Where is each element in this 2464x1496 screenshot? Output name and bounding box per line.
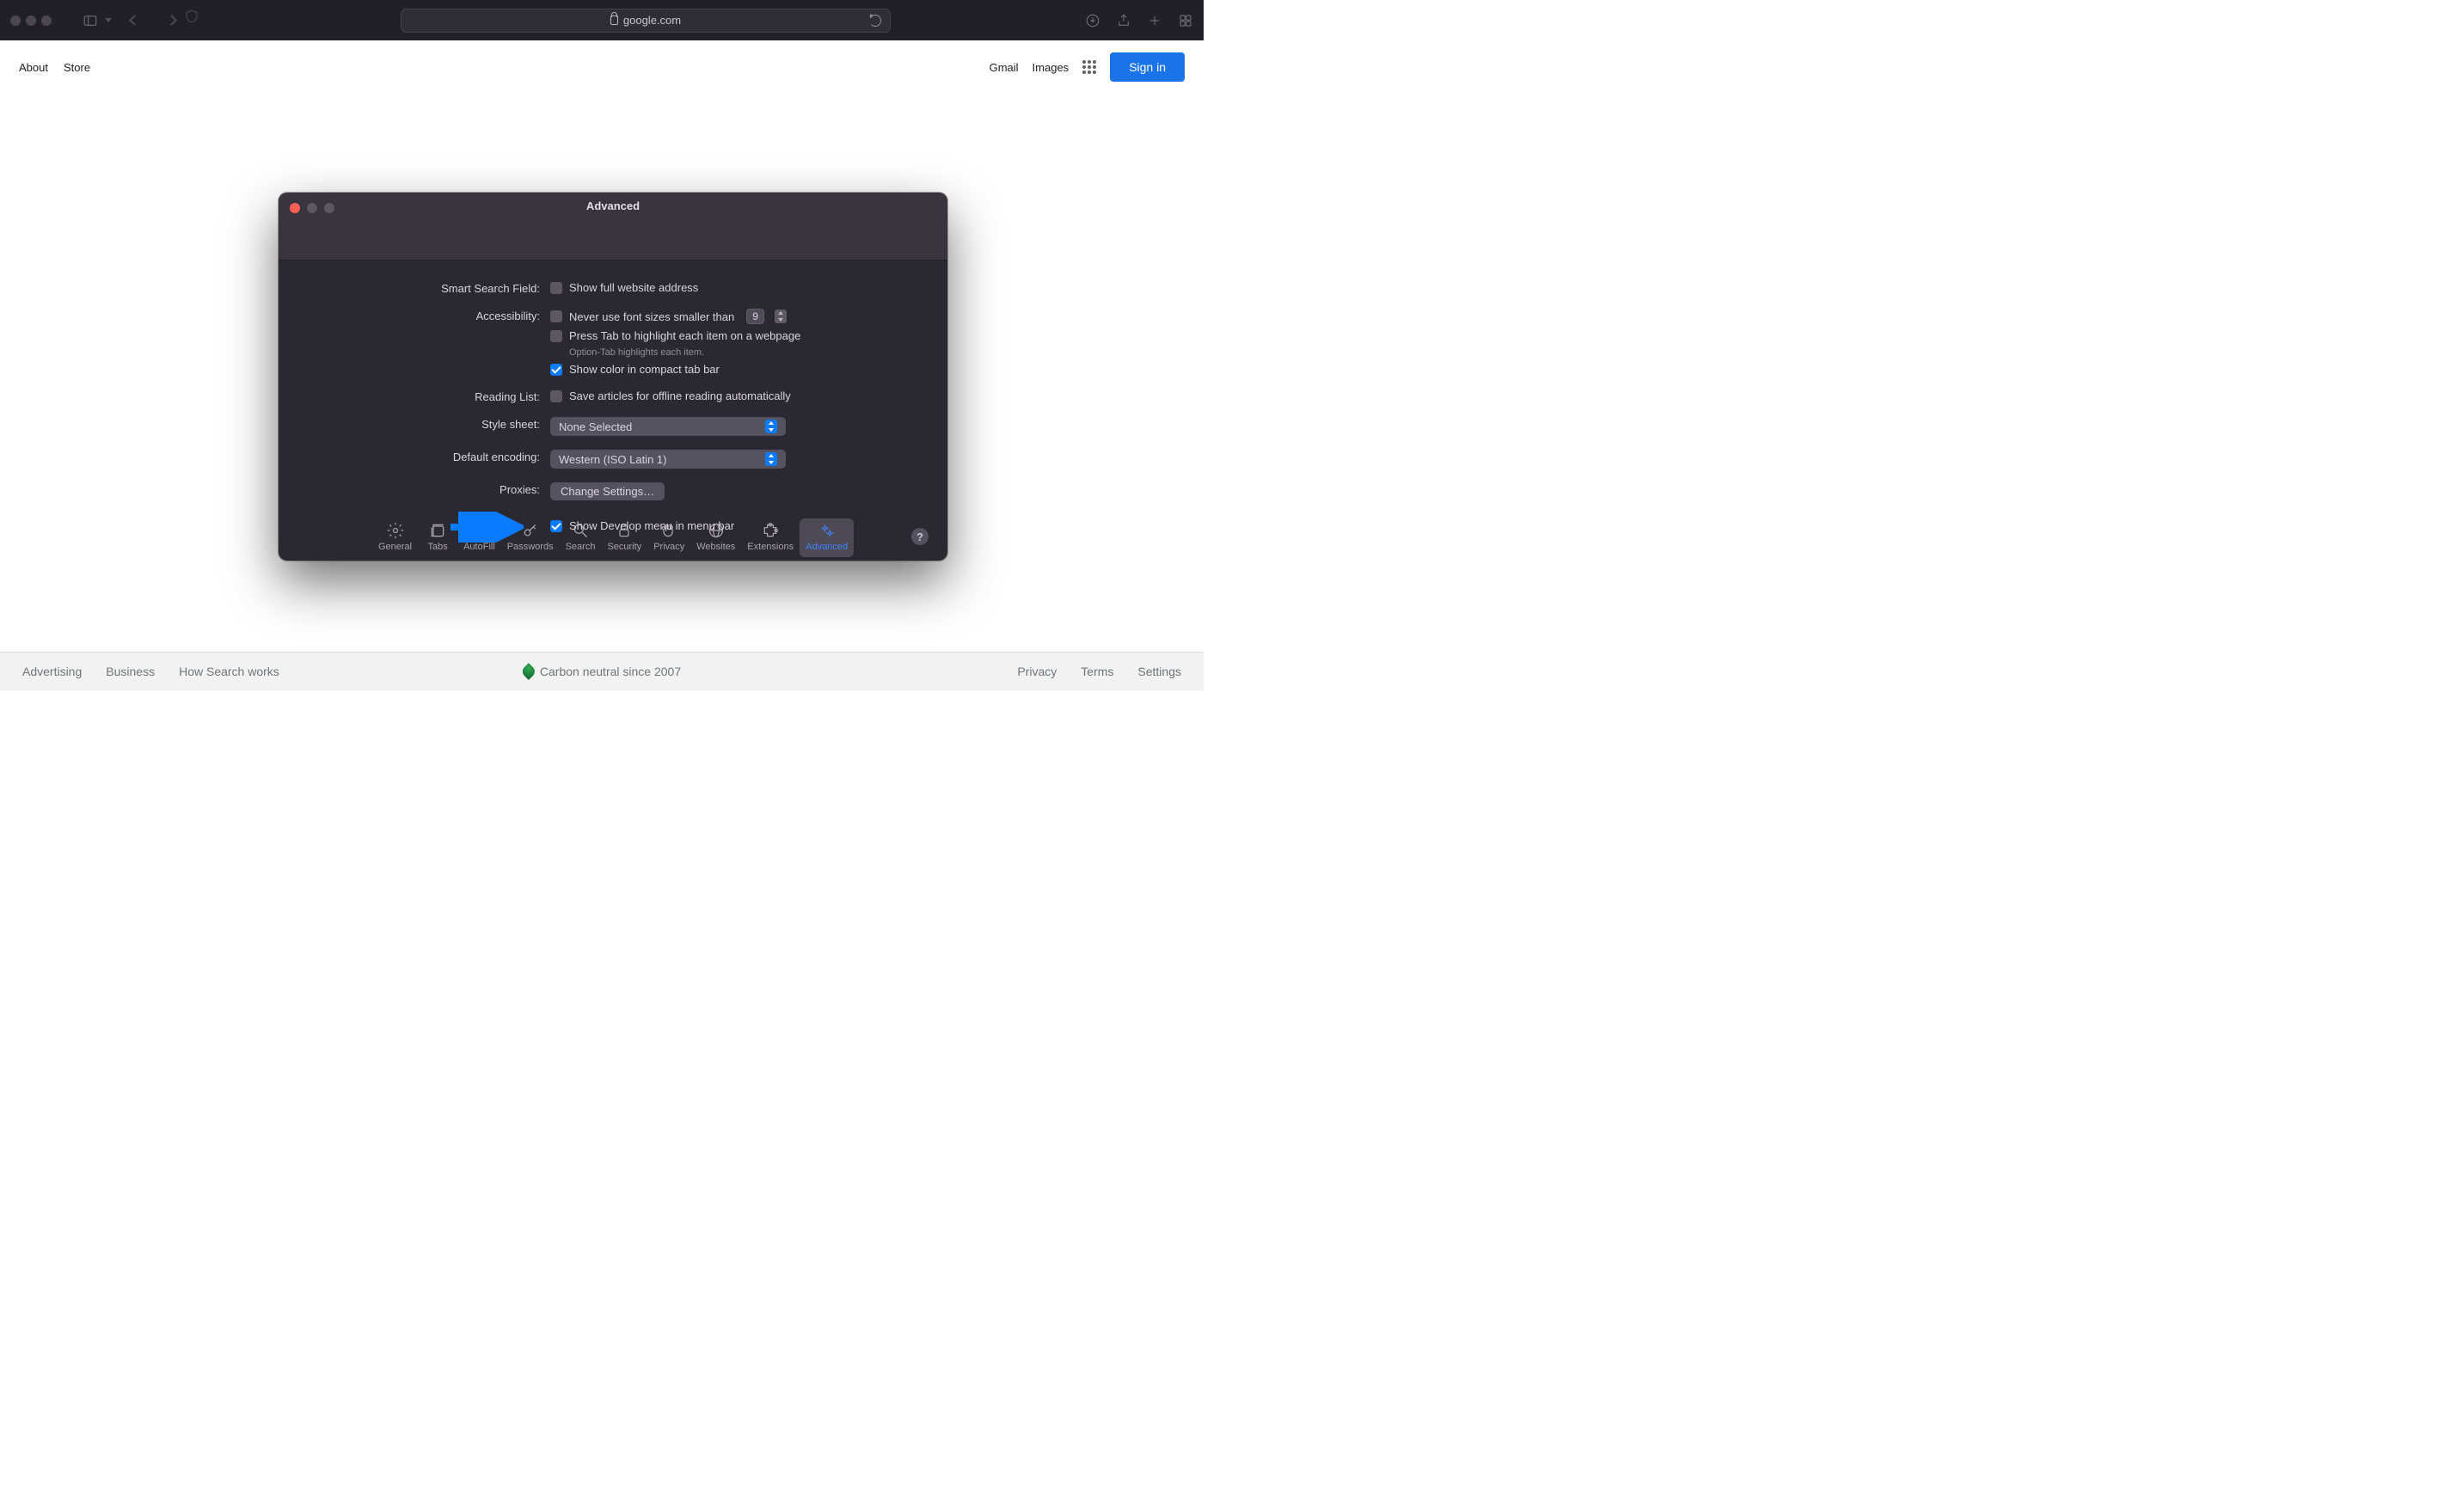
back-button[interactable] [129,15,140,26]
show-color-compact-text: Show color in compact tab bar [569,363,720,376]
show-full-address-checkbox[interactable] [550,282,562,294]
proxies-label: Proxies: [303,482,550,496]
images-link[interactable]: Images [1033,61,1070,74]
forward-button[interactable] [166,15,177,26]
smart-search-label: Smart Search Field: [303,281,550,295]
prefs-body: Smart Search Field: Show full website ad… [279,261,947,561]
show-develop-menu-checkbox[interactable] [550,520,562,532]
press-tab-checkbox[interactable] [550,330,562,342]
gmail-link[interactable]: Gmail [990,61,1019,74]
prefs-close-button[interactable] [290,203,300,213]
default-encoding-select[interactable]: Western (ISO Latin 1) [550,450,786,469]
share-icon[interactable] [1116,13,1131,28]
toolbar-right-icons [1085,13,1193,28]
leaf-icon [520,663,537,680]
url-host-text: google.com [623,14,681,27]
signin-button[interactable]: Sign in [1110,52,1185,82]
safari-preferences-window: Advanced General Tabs AutoFill Passwords… [279,193,947,561]
new-tab-icon[interactable] [1147,13,1162,28]
maximize-window-dot[interactable] [41,15,52,26]
downloads-icon[interactable] [1085,13,1100,28]
safari-toolbar: google.com [0,0,1204,40]
sidebar-toggle[interactable] [83,13,112,28]
store-link[interactable]: Store [64,61,90,74]
prefs-window-title: Advanced [586,199,640,212]
prefs-maximize-button[interactable] [324,203,334,213]
settings-link[interactable]: Settings [1137,665,1181,678]
help-button[interactable]: ? [911,528,929,545]
about-link[interactable]: About [19,61,48,74]
show-color-compact-checkbox[interactable] [550,364,562,376]
how-search-works-link[interactable]: How Search works [179,665,279,678]
never-font-size-text: Never use font sizes smaller than [569,310,734,323]
style-sheet-value: None Selected [559,420,632,433]
window-traffic-lights [10,15,57,26]
reading-list-label: Reading List: [303,389,550,403]
font-size-stepper[interactable] [775,310,787,323]
style-sheet-label: Style sheet: [303,417,550,431]
save-offline-text: Save articles for offline reading automa… [569,389,791,402]
address-bar[interactable]: google.com [401,9,891,33]
prefs-titlebar: Advanced General Tabs AutoFill Passwords… [279,193,947,261]
google-header: About Store Gmail Images Sign in [0,40,1204,94]
shield-icon[interactable] [184,9,199,24]
show-develop-menu-text: Show Develop menu in menu bar [569,519,734,532]
reload-icon[interactable] [869,15,881,27]
terms-link[interactable]: Terms [1081,665,1113,678]
chevron-down-icon [105,18,112,22]
default-encoding-label: Default encoding: [303,450,550,463]
privacy-link[interactable]: Privacy [1017,665,1057,678]
google-footer: Advertising Business How Search works Ca… [0,652,1204,690]
google-apps-icon[interactable] [1082,60,1096,74]
lock-icon [610,15,618,25]
tab-overview-icon[interactable] [1178,13,1193,28]
sidebar-icon [83,13,98,28]
option-tab-hint: Option-Tab highlights each item. [569,347,800,358]
select-arrows-icon [765,420,777,433]
carbon-neutral-text[interactable]: Carbon neutral since 2007 [540,665,681,678]
select-arrows-icon [765,452,777,466]
annotation-arrow [446,512,524,545]
business-link[interactable]: Business [106,665,155,678]
show-full-address-text: Show full website address [569,281,698,294]
prefs-minimize-button[interactable] [307,203,317,213]
accessibility-label: Accessibility: [303,309,550,322]
press-tab-text: Press Tab to highlight each item on a we… [569,329,800,342]
change-settings-button[interactable]: Change Settings… [550,482,665,500]
advertising-link[interactable]: Advertising [22,665,82,678]
default-encoding-value: Western (ISO Latin 1) [559,453,666,466]
minimize-window-dot[interactable] [26,15,36,26]
close-window-dot[interactable] [10,15,21,26]
never-font-size-checkbox[interactable] [550,310,562,322]
save-offline-checkbox[interactable] [550,390,562,402]
style-sheet-select[interactable]: None Selected [550,417,786,436]
font-size-input[interactable]: 9 [746,309,764,324]
